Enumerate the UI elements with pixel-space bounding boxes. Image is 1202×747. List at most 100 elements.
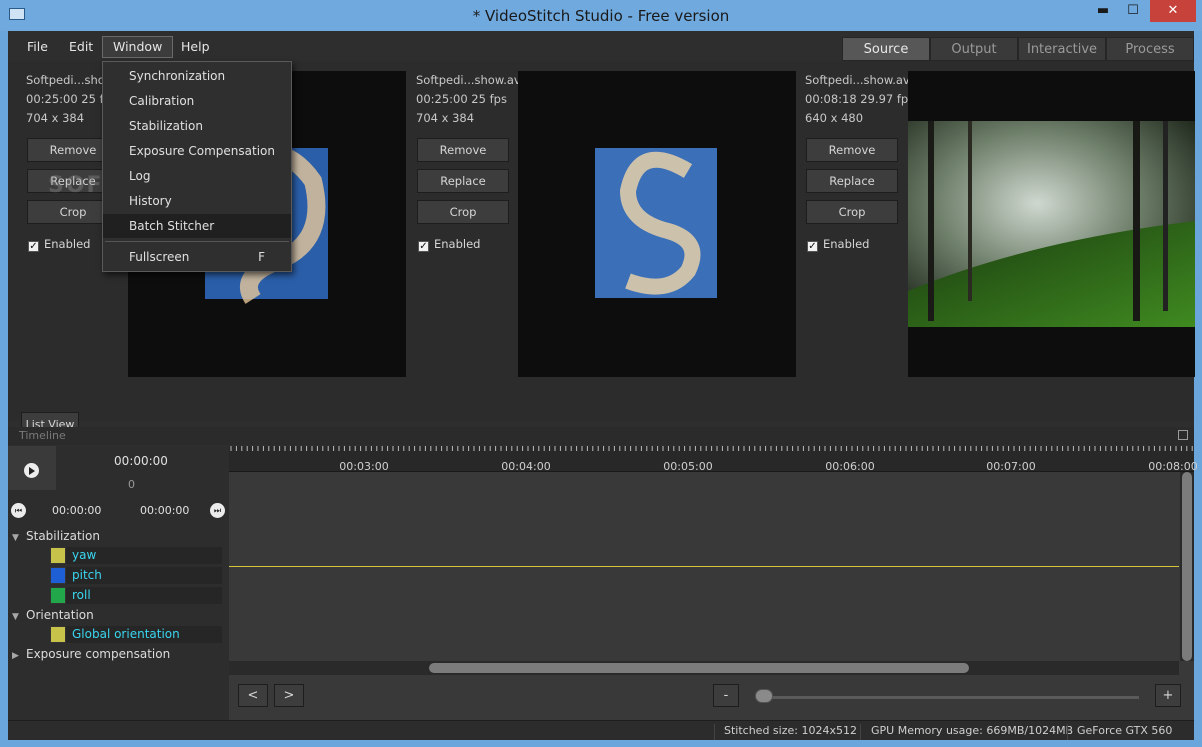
- zoom-slider-track[interactable]: [769, 696, 1139, 699]
- undock-icon[interactable]: [1178, 430, 1188, 440]
- tab-process[interactable]: Process: [1106, 37, 1194, 61]
- prev-button[interactable]: <: [238, 684, 268, 707]
- color-swatch: [50, 567, 66, 584]
- menu-item-calibration[interactable]: Calibration: [103, 89, 291, 113]
- time-ruler[interactable]: 00:03:00 00:04:00 00:05:00 00:06:00 00:0…: [229, 446, 1198, 473]
- vertical-scrollbar[interactable]: [1180, 472, 1194, 661]
- curve-label: pitch: [72, 568, 102, 582]
- menu-file[interactable]: File: [16, 36, 59, 58]
- end-time[interactable]: 00:00:00: [140, 504, 189, 517]
- source-preview: [518, 71, 796, 377]
- tab-output[interactable]: Output: [930, 37, 1018, 61]
- menu-item-synchronization[interactable]: Synchronization: [103, 64, 291, 88]
- enabled-label: Enabled: [434, 237, 481, 251]
- group-label: Orientation: [26, 608, 94, 622]
- source-panel-3: Softpedi...show.avi 00:08:18 29.97 fps 6…: [805, 71, 1195, 407]
- color-swatch: [50, 547, 66, 564]
- tick-label: 00:04:00: [501, 460, 551, 473]
- menu-help[interactable]: Help: [170, 36, 221, 58]
- window-menu-dropdown: Synchronization Calibration Stabilizatio…: [102, 61, 292, 272]
- check-icon: ✓: [28, 241, 39, 252]
- crop-button[interactable]: Crop: [806, 200, 898, 224]
- source-name: Softpedi...show.avi: [805, 73, 913, 87]
- curve-yaw[interactable]: yaw: [50, 547, 222, 564]
- menu-separator: [105, 241, 289, 242]
- next-button[interactable]: >: [274, 684, 304, 707]
- expand-right-icon: ▶: [12, 651, 19, 661]
- view-tabs: Source Output Interactive Process: [842, 37, 1194, 61]
- curve-line: [229, 566, 1179, 567]
- horizontal-scrollbar[interactable]: [229, 661, 1179, 675]
- check-icon: ✓: [418, 241, 429, 252]
- timeline-controls: 00:00:00 0 ⏮ 00:00:00 00:00:00 ⏭ ▼ Stabil…: [8, 446, 229, 720]
- zoom-out-button[interactable]: -: [713, 684, 739, 707]
- tick-label: 00:07:00: [986, 460, 1036, 473]
- enabled-checkbox[interactable]: ✓ Enabled: [807, 237, 869, 252]
- zoom-in-button[interactable]: +: [1155, 684, 1181, 707]
- ruler-ticks: [230, 446, 1193, 451]
- color-swatch: [50, 587, 66, 604]
- replace-button[interactable]: Replace: [417, 169, 509, 193]
- scroll-thumb[interactable]: [1182, 472, 1192, 661]
- menu-item-fullscreen[interactable]: Fullscreen F: [103, 245, 291, 269]
- remove-button[interactable]: Remove: [806, 138, 898, 162]
- menu-item-log[interactable]: Log: [103, 164, 291, 188]
- curve-pitch[interactable]: pitch: [50, 567, 222, 584]
- menu-window[interactable]: Window: [102, 36, 174, 58]
- menu-item-history[interactable]: History: [103, 189, 291, 213]
- curve-global-orientation[interactable]: Global orientation: [50, 626, 222, 643]
- divider: [1067, 724, 1068, 740]
- source-size: 640 x 480: [805, 111, 864, 125]
- title-bar: * VideoStitch Studio - Free version ▬ ☐ …: [0, 0, 1202, 31]
- menu-edit[interactable]: Edit: [58, 36, 104, 58]
- tab-interactive[interactable]: Interactive: [1018, 37, 1106, 61]
- color-swatch: [50, 626, 66, 643]
- close-button[interactable]: ✕: [1150, 0, 1196, 22]
- remove-button[interactable]: Remove: [417, 138, 509, 162]
- curve-label: roll: [72, 588, 91, 602]
- maximize-button[interactable]: ☐: [1118, 0, 1148, 22]
- start-time[interactable]: 00:00:00: [52, 504, 101, 517]
- group-exposure[interactable]: ▶ Exposure compensation: [12, 647, 170, 661]
- tab-source[interactable]: Source: [842, 37, 930, 61]
- group-label: Stabilization: [26, 529, 100, 543]
- zoom-slider-handle[interactable]: [755, 689, 773, 703]
- divider: [714, 724, 715, 740]
- gpu-memory: GPU Memory usage: 669MB/1024MB: [871, 724, 1074, 737]
- tick-label: 00:03:00: [339, 460, 389, 473]
- expand-down-icon: ▼: [12, 533, 19, 543]
- crop-button[interactable]: Crop: [417, 200, 509, 224]
- group-stabilization[interactable]: ▼ Stabilization: [12, 529, 100, 543]
- curve-roll[interactable]: roll: [50, 587, 222, 604]
- window-title: * VideoStitch Studio - Free version: [472, 7, 730, 25]
- gpu-card: GeForce GTX 560: [1077, 724, 1173, 737]
- tick-label: 00:05:00: [663, 460, 713, 473]
- source-preview: [908, 71, 1195, 377]
- current-time: 00:00:00: [114, 454, 168, 468]
- menu-bar: File Edit Window Help Source Output Inte…: [8, 31, 1194, 61]
- menu-item-exposure-compensation[interactable]: Exposure Compensation: [103, 139, 291, 163]
- video-thumbnail: [908, 71, 1195, 377]
- enabled-checkbox[interactable]: ✓ Enabled: [28, 237, 90, 252]
- curve-label: Global orientation: [72, 627, 180, 641]
- minimize-button[interactable]: ▬: [1088, 0, 1118, 22]
- scroll-thumb[interactable]: [429, 663, 969, 673]
- group-orientation[interactable]: ▼ Orientation: [12, 608, 94, 622]
- stitched-size: Stitched size: 1024x512: [724, 724, 857, 737]
- video-thumbnail: [518, 71, 796, 377]
- replace-button[interactable]: Replace: [806, 169, 898, 193]
- source-time: 00:25:00 25 fps: [416, 92, 507, 106]
- divider: [860, 724, 861, 740]
- menu-item-batch-stitcher[interactable]: Batch Stitcher: [103, 214, 291, 238]
- enabled-label: Enabled: [823, 237, 870, 251]
- enabled-checkbox[interactable]: ✓ Enabled: [418, 237, 480, 252]
- play-icon[interactable]: [24, 463, 39, 478]
- enabled-label: Enabled: [44, 237, 91, 251]
- menu-item-stabilization[interactable]: Stabilization: [103, 114, 291, 138]
- timeline-canvas[interactable]: 00:03:00 00:04:00 00:05:00 00:06:00 00:0…: [229, 446, 1198, 720]
- tick-label: 00:06:00: [825, 460, 875, 473]
- source-panel-2: Softpedi...show.avi 00:25:00 25 fps 704 …: [416, 71, 796, 407]
- skip-start-icon[interactable]: ⏮: [11, 503, 26, 518]
- app-window: * VideoStitch Studio - Free version ▬ ☐ …: [0, 0, 1202, 747]
- skip-end-icon[interactable]: ⏭: [210, 503, 225, 518]
